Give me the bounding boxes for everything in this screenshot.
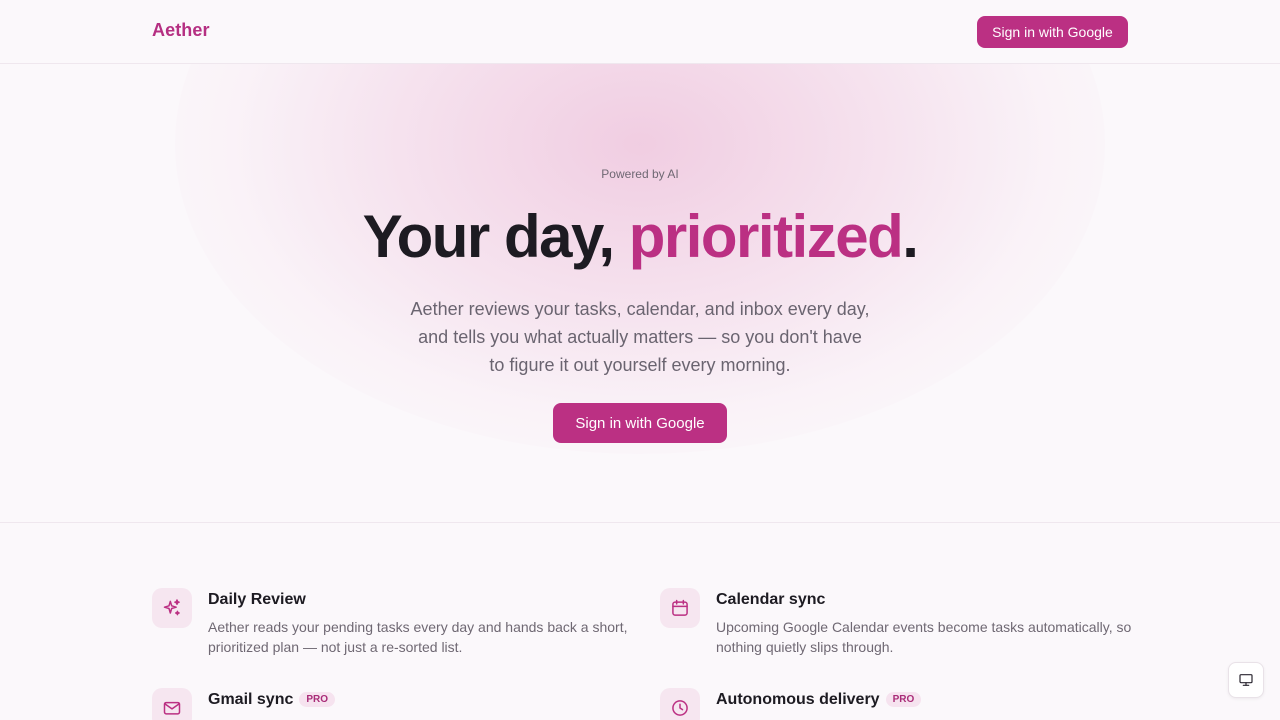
pro-badge: PRO [885, 692, 922, 707]
top-navbar: Aether Sign in with Google [0, 0, 1280, 64]
feature-title: Daily Review [208, 591, 306, 608]
hero-headline: Your day, prioritized. [0, 204, 1280, 270]
calendar-icon [660, 588, 700, 628]
brand-logo[interactable]: Aether [152, 20, 210, 41]
hero-section: Powered by AI Your day, prioritized. Aet… [0, 64, 1280, 523]
hero-subtext: Aether reviews your tasks, calendar, and… [410, 299, 870, 375]
sparkles-icon [152, 588, 192, 628]
mail-icon [152, 688, 192, 720]
headline-start: Your day, [362, 203, 629, 270]
feature-description: Aether reads your pending tasks every da… [208, 619, 628, 655]
header-sign-in-button[interactable]: Sign in with Google [977, 16, 1128, 48]
feature-description: Upcoming Google Calendar events become t… [716, 619, 1132, 655]
hero-sign-in-button[interactable]: Sign in with Google [553, 403, 727, 443]
clock-icon [660, 688, 700, 720]
monitor-icon [1239, 674, 1253, 686]
headline-end: . [902, 203, 919, 270]
feature-title: Autonomous delivery PRO [716, 691, 922, 709]
display-toggle-button[interactable] [1228, 662, 1264, 698]
landing-page: Aether Sign in with Google Powered by AI… [0, 0, 1280, 720]
feature-title: Gmail sync PRO [208, 691, 336, 709]
hero-eyebrow: Powered by AI [601, 167, 679, 181]
feature-title: Calendar sync [716, 591, 826, 608]
headline-accent: prioritized [628, 203, 904, 270]
pro-badge: PRO [299, 692, 336, 707]
